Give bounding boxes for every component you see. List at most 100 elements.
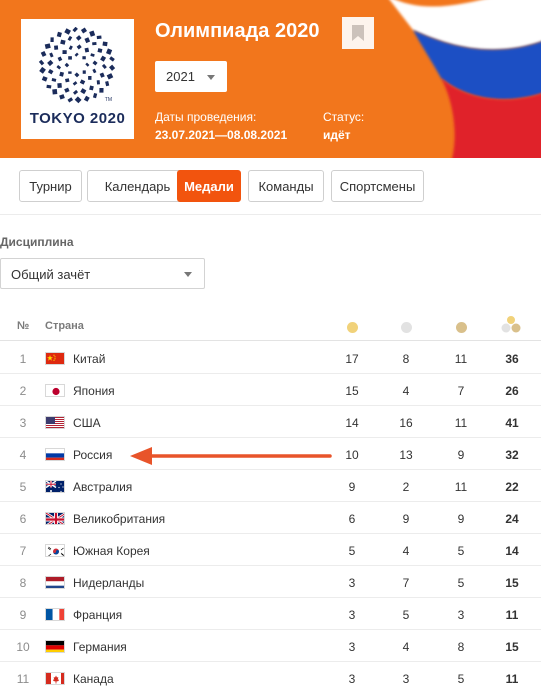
gold-count: 3 [348,672,356,686]
dates-label: Даты проведения: [155,110,257,124]
rank-cell: 2 [19,384,27,398]
rank-cell: 10 [16,640,30,654]
total-count: 15 [505,640,519,654]
olympic-emblem-icon [38,27,116,104]
tokyo-2020-logo: TM TOKYO 2020 [21,19,134,139]
bronze-count: 9 [457,448,465,462]
total-medals-icon[interactable] [500,315,522,335]
usa-flag-icon [45,416,65,429]
country-link[interactable]: США [73,416,101,430]
bronze-count: 7 [457,384,465,398]
tab-medals[interactable]: Медали [177,170,241,202]
status-label: Статус: [323,110,365,124]
table-row[interactable]: 10 Германия 3 4 8 15 [0,630,541,662]
rank-cell: 3 [19,416,27,430]
bronze-count: 5 [457,576,465,590]
gold-count: 14 [345,416,359,430]
country-link[interactable]: Австралия [73,480,132,494]
silver-count: 7 [402,576,410,590]
country-link[interactable]: Канада [73,672,114,686]
rank-cell: 4 [19,448,27,462]
bronze-count: 9 [457,512,465,526]
bronze-count: 11 [454,352,468,366]
year-select-value: 2021 [166,69,195,84]
netherlands-flag-icon [45,576,65,589]
france-flag-icon [45,608,65,621]
event-header: TM TOKYO 2020 Олимпиада 2020 2021 Даты п… [0,0,541,158]
gold-count: 17 [345,352,359,366]
rank-cell: 8 [19,576,27,590]
table-row[interactable]: 3 США 14 16 11 41 [0,406,541,438]
germany-flag-icon [45,640,65,653]
country-link[interactable]: Германия [73,640,127,654]
country-link[interactable]: Нидерланды [73,576,144,590]
total-count: 41 [505,416,519,430]
discipline-label: Дисциплина [0,235,74,249]
bronze-count: 5 [457,672,465,686]
silver-count: 9 [402,512,410,526]
country-link[interactable]: Франция [73,608,122,622]
silver-count: 5 [402,608,410,622]
silver-count: 16 [399,416,413,430]
table-row[interactable]: 8 Нидерланды 3 7 5 15 [0,566,541,598]
table-row[interactable]: 1 Китай 17 8 11 36 [0,342,541,374]
total-count: 14 [505,544,519,558]
country-link[interactable]: Япония [73,384,115,398]
silver-count: 8 [402,352,410,366]
gold-count: 3 [348,576,356,590]
canada-flag-icon [45,672,65,685]
rank-cell: 9 [19,608,27,622]
japan-flag-icon [45,384,65,397]
gold-count: 10 [345,448,359,462]
bookmark-icon [352,25,364,41]
chevron-down-icon [184,272,192,277]
bronze-count: 11 [454,416,468,430]
total-count: 11 [505,672,519,686]
gold-count: 5 [348,544,356,558]
australia-flag-icon [45,480,65,493]
china-flag-icon [45,352,65,365]
table-row[interactable]: 9 Франция 3 5 3 11 [0,598,541,630]
bronze-count: 8 [457,640,465,654]
gold-count: 15 [345,384,359,398]
uk-flag-icon [45,512,65,525]
year-select[interactable]: 2021 [155,61,227,92]
section-divider [0,214,541,215]
table-row[interactable]: 2 Япония 15 4 7 26 [0,374,541,406]
gold-medal-icon[interactable] [347,322,358,333]
tab-calendar[interactable]: Календарь [87,170,188,202]
tab-tournament[interactable]: Турнир [19,170,82,202]
south-korea-flag-icon [45,544,65,557]
discipline-select[interactable]: Общий зачёт [0,258,205,289]
table-row[interactable]: 11 Канада 3 3 5 11 [0,662,541,693]
logo-trademark: TM [104,97,112,103]
silver-medal-icon[interactable] [401,322,412,333]
tab-athletes[interactable]: Спортсмены [331,170,424,202]
country-link[interactable]: Китай [73,352,105,366]
gold-count: 3 [348,640,356,654]
table-row[interactable]: 6 Великобритания 6 9 9 24 [0,502,541,534]
status-value: идёт [323,128,351,142]
country-link[interactable]: Россия [73,448,112,462]
total-count: 24 [505,512,519,526]
total-count: 15 [505,576,519,590]
tab-teams[interactable]: Команды [248,170,324,202]
table-row[interactable]: 5 Австралия 9 2 11 22 [0,470,541,502]
discipline-select-value: Общий зачёт [11,267,91,282]
logo-caption: TOKYO 2020 [29,110,126,127]
table-row[interactable]: 7 Южная Корея 5 4 5 14 [0,534,541,566]
dates-value: 23.07.2021—08.08.2021 [155,128,288,142]
rank-cell: 7 [19,544,27,558]
silver-count: 4 [402,384,410,398]
silver-count: 4 [402,544,410,558]
silver-count: 4 [402,640,410,654]
country-link[interactable]: Южная Корея [73,544,150,558]
gold-count: 9 [348,480,356,494]
bronze-medal-icon[interactable] [456,322,467,333]
country-link[interactable]: Великобритания [73,512,165,526]
bookmark-button[interactable] [342,17,374,49]
country-header[interactable]: Страна [45,320,84,332]
gold-count: 6 [348,512,356,526]
rank-header[interactable]: № [17,320,29,332]
bronze-count: 3 [457,608,465,622]
